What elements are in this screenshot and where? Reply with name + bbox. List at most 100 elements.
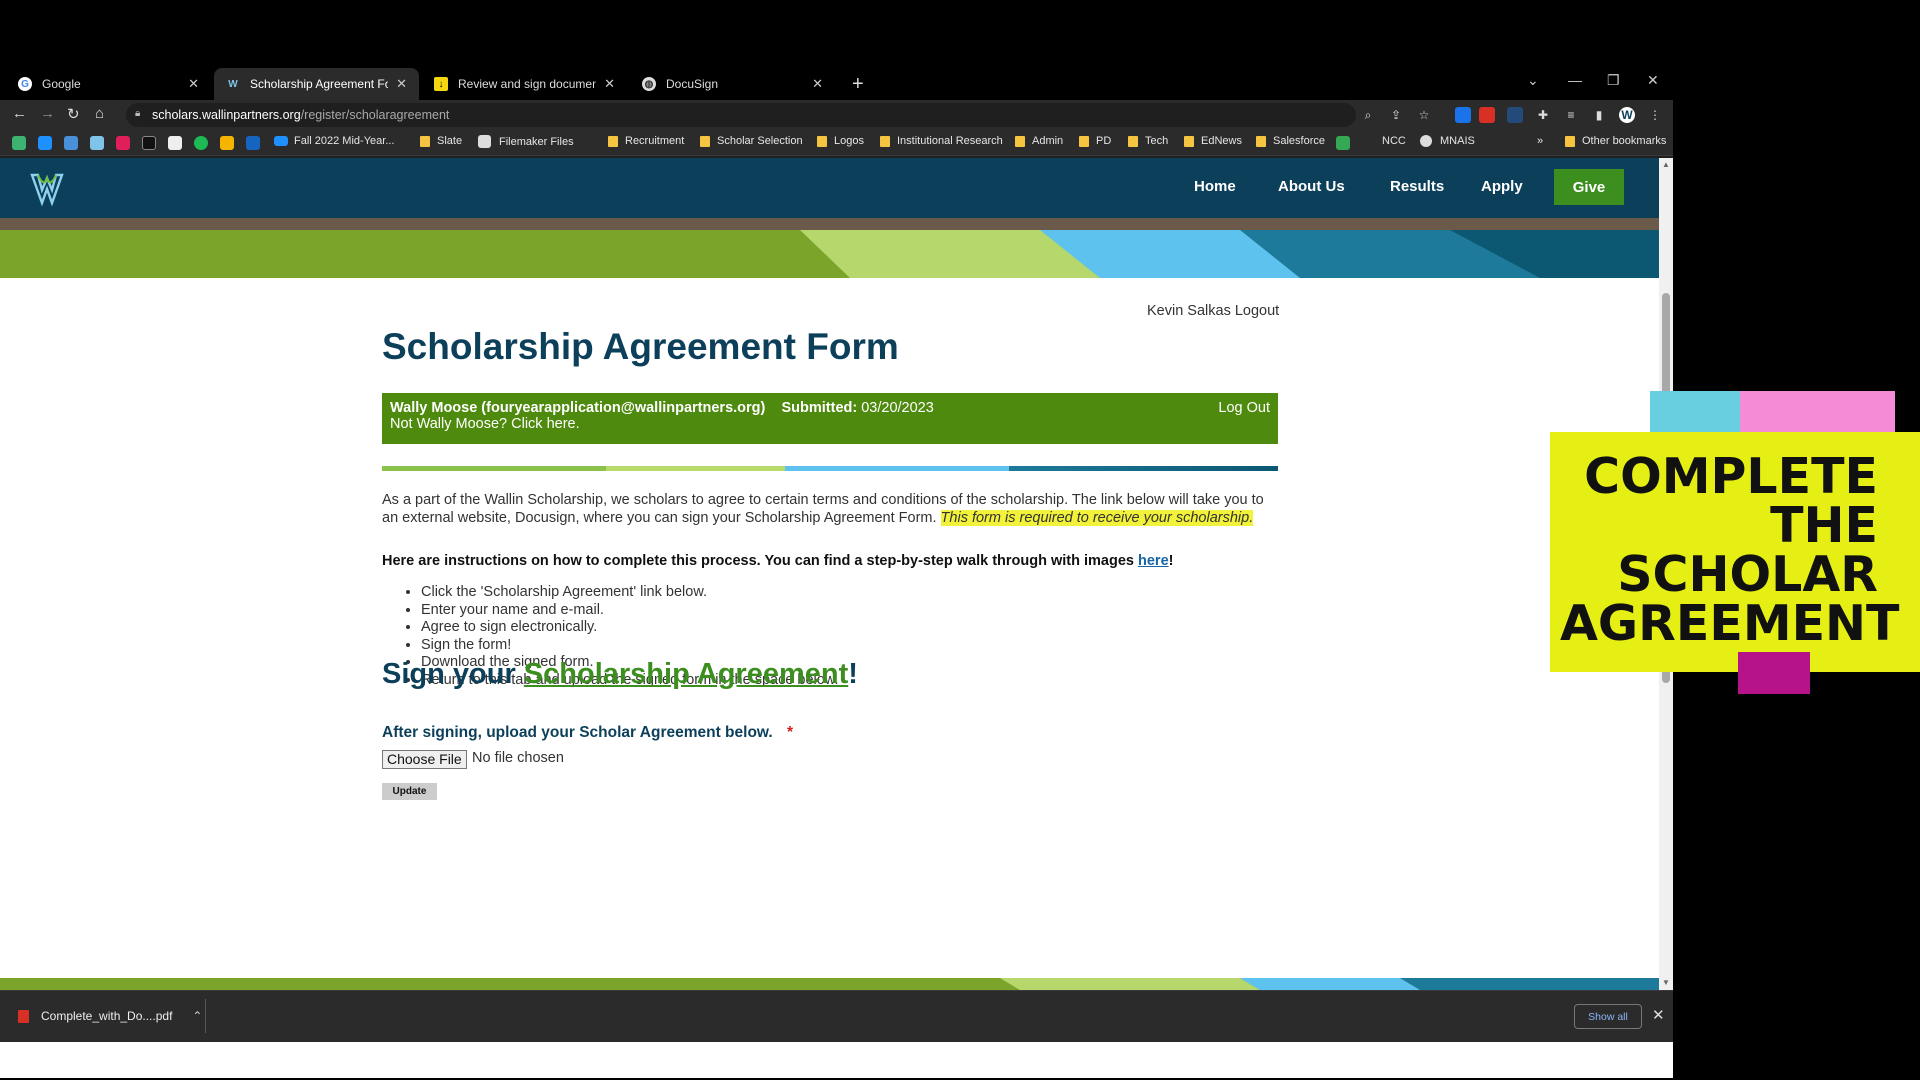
drive-icon[interactable] bbox=[1336, 136, 1350, 150]
wallin-logo[interactable] bbox=[30, 172, 64, 206]
extension-icon[interactable] bbox=[1455, 107, 1471, 123]
log-out-link[interactable]: Log Out bbox=[1218, 400, 1270, 416]
mouse-cursor bbox=[112, 954, 118, 968]
folder-icon bbox=[1015, 135, 1025, 147]
give-button[interactable]: Give bbox=[1554, 169, 1624, 205]
nav-results[interactable]: Results bbox=[1390, 178, 1444, 195]
address-bar[interactable]: 🔒︎ scholars.wallinpartners.org/register/… bbox=[126, 103, 1356, 127]
spotify-icon[interactable] bbox=[194, 136, 208, 150]
tab-review-sign[interactable]: ↓ Review and sign document(s) | D ✕ bbox=[422, 68, 627, 100]
bookmark-logos[interactable]: Logos bbox=[817, 135, 864, 147]
show-all-button[interactable]: Show all bbox=[1574, 1004, 1642, 1029]
google-icon: G bbox=[18, 77, 32, 91]
required-note: This form is required to receive your sc… bbox=[940, 509, 1254, 526]
list-item: Click the 'Scholarship Agreement' link b… bbox=[421, 584, 839, 602]
bookmark-other[interactable]: Other bookmarks bbox=[1565, 135, 1666, 147]
close-icon[interactable]: ✕ bbox=[396, 76, 407, 92]
extension-icon[interactable] bbox=[1507, 107, 1523, 123]
choose-file-button[interactable]: Choose File bbox=[382, 750, 467, 769]
bookmark-app-icon[interactable] bbox=[246, 136, 260, 150]
download-bar: Complete_with_Do....pdf ⌃ Show all ✕ bbox=[0, 990, 1673, 1042]
bookmark-filemaker[interactable]: Filemaker Files bbox=[478, 135, 574, 148]
update-button[interactable]: Update bbox=[382, 783, 437, 800]
file-status: No file chosen bbox=[472, 750, 564, 766]
scholarship-agreement-link[interactable]: Scholarship Agreement bbox=[524, 658, 848, 690]
nav-about-us[interactable]: About Us bbox=[1278, 178, 1345, 195]
list-item: Enter your name and e-mail. bbox=[421, 602, 839, 620]
download-item[interactable]: Complete_with_Do....pdf ⌃ bbox=[18, 1009, 202, 1023]
home-icon[interactable]: ⌂ bbox=[95, 105, 104, 122]
forward-icon[interactable]: → bbox=[40, 105, 55, 122]
bookmark-pd[interactable]: PD bbox=[1079, 135, 1111, 147]
share-icon[interactable]: ⇪ bbox=[1388, 107, 1404, 123]
slack-icon[interactable] bbox=[116, 136, 130, 150]
tape-decoration bbox=[1650, 391, 1740, 434]
browser-toolbar: ← → ↻ ⌂ 🔒︎ scholars.wallinpartners.org/r… bbox=[0, 100, 1673, 130]
bookmark-app-icon[interactable] bbox=[168, 136, 182, 150]
folder-icon bbox=[1184, 135, 1194, 147]
side-panel-icon[interactable]: ▮ bbox=[1591, 107, 1607, 123]
not-user-link[interactable]: Not Wally Moose? Click here. bbox=[390, 416, 1270, 432]
reading-list-icon[interactable]: ≡ bbox=[1563, 107, 1579, 123]
folder-icon bbox=[420, 135, 430, 147]
back-icon[interactable]: ← bbox=[12, 105, 27, 122]
menu-kebab-icon[interactable]: ⋮ bbox=[1647, 107, 1663, 123]
bookmark-ednews[interactable]: EdNews bbox=[1184, 135, 1242, 147]
restore-icon[interactable]: ❐ bbox=[1607, 72, 1620, 89]
new-tab-icon[interactable]: + bbox=[852, 73, 864, 96]
bookmark-fall-2022[interactable]: Fall 2022 Mid-Year... bbox=[274, 135, 394, 147]
web-page: Home About Us Results Apply Give Kevin S… bbox=[0, 158, 1659, 990]
bookmark-institutional-research[interactable]: Institutional Research bbox=[880, 135, 1003, 147]
bookmark-ncc[interactable]: NCC bbox=[1382, 135, 1406, 147]
bookmarks-bar: Fall 2022 Mid-Year... Slate Filemaker Fi… bbox=[0, 130, 1673, 156]
bookmark-mnais[interactable]: MNAIS bbox=[1420, 135, 1475, 147]
minimize-icon[interactable]: — bbox=[1568, 72, 1582, 88]
scroll-up-icon[interactable]: ▲ bbox=[1662, 160, 1670, 169]
bookmark-salesforce[interactable]: Salesforce bbox=[1256, 135, 1325, 147]
sticky-note-text: COMPLETE THE SCHOLAR AGREEMENT bbox=[1560, 448, 1900, 652]
walkthrough-link[interactable]: here bbox=[1138, 553, 1169, 569]
reload-icon[interactable]: ↻ bbox=[67, 105, 80, 123]
scroll-down-icon[interactable]: ▼ bbox=[1662, 978, 1670, 987]
close-icon[interactable]: ✕ bbox=[1652, 1006, 1665, 1024]
bookmark-slate[interactable]: Slate bbox=[420, 135, 462, 147]
bookmark-app-icon bbox=[478, 135, 491, 148]
bookmark-app-icon[interactable] bbox=[64, 136, 78, 150]
bookmark-tech[interactable]: Tech bbox=[1128, 135, 1168, 147]
analytics-icon[interactable] bbox=[220, 136, 234, 150]
close-icon[interactable]: ✕ bbox=[812, 76, 823, 92]
close-icon[interactable]: ✕ bbox=[604, 76, 615, 92]
nav-apply[interactable]: Apply bbox=[1481, 178, 1523, 195]
profile-avatar[interactable]: W bbox=[1619, 107, 1635, 123]
sign-heading: Sign your Scholarship Agreement! bbox=[382, 658, 858, 690]
chevron-up-icon[interactable]: ⌃ bbox=[192, 1009, 202, 1023]
puzzle-icon[interactable]: ✚ bbox=[1535, 107, 1551, 123]
user-logout-link[interactable]: Kevin Salkas Logout bbox=[1147, 303, 1279, 319]
tab-scholarship-agreement[interactable]: W Scholarship Agreement Form ✕ bbox=[214, 68, 419, 100]
zoom-icon[interactable]: ⌕ bbox=[1360, 107, 1376, 123]
bookmark-app-icon[interactable] bbox=[12, 136, 26, 150]
folder-icon bbox=[1128, 135, 1138, 147]
tab-search-chevron-icon[interactable]: ⌄ bbox=[1527, 72, 1539, 89]
wallin-icon[interactable] bbox=[90, 136, 104, 150]
intro-paragraph: As a part of the Wallin Scholarship, we … bbox=[382, 492, 1264, 526]
bookmark-star-icon[interactable]: ☆ bbox=[1416, 107, 1432, 123]
close-icon[interactable]: ✕ bbox=[188, 76, 199, 92]
bookmarks-overflow-icon[interactable]: » bbox=[1537, 135, 1543, 147]
bookmark-recruitment[interactable]: Recruitment bbox=[608, 135, 684, 147]
list-item: Agree to sign electronically. bbox=[421, 619, 839, 637]
upload-label: After signing, upload your Scholar Agree… bbox=[382, 724, 794, 741]
nav-home[interactable]: Home bbox=[1194, 178, 1236, 195]
lock-icon: 🔒︎ bbox=[135, 108, 141, 119]
tab-google[interactable]: G Google ✕ bbox=[6, 68, 211, 100]
tab-docusign[interactable]: ◍ DocuSign ✕ bbox=[630, 68, 835, 100]
tape-decoration bbox=[1740, 391, 1895, 434]
folder-icon bbox=[1256, 135, 1266, 147]
cloud-icon[interactable] bbox=[38, 136, 52, 150]
window-close-icon[interactable]: ✕ bbox=[1647, 72, 1659, 89]
bookmark-scholar-selection[interactable]: Scholar Selection bbox=[700, 135, 803, 147]
folder-icon bbox=[1079, 135, 1089, 147]
extension-icon[interactable] bbox=[1479, 107, 1495, 123]
bookmark-admin[interactable]: Admin bbox=[1015, 135, 1063, 147]
bookmark-app-icon[interactable] bbox=[142, 136, 156, 150]
